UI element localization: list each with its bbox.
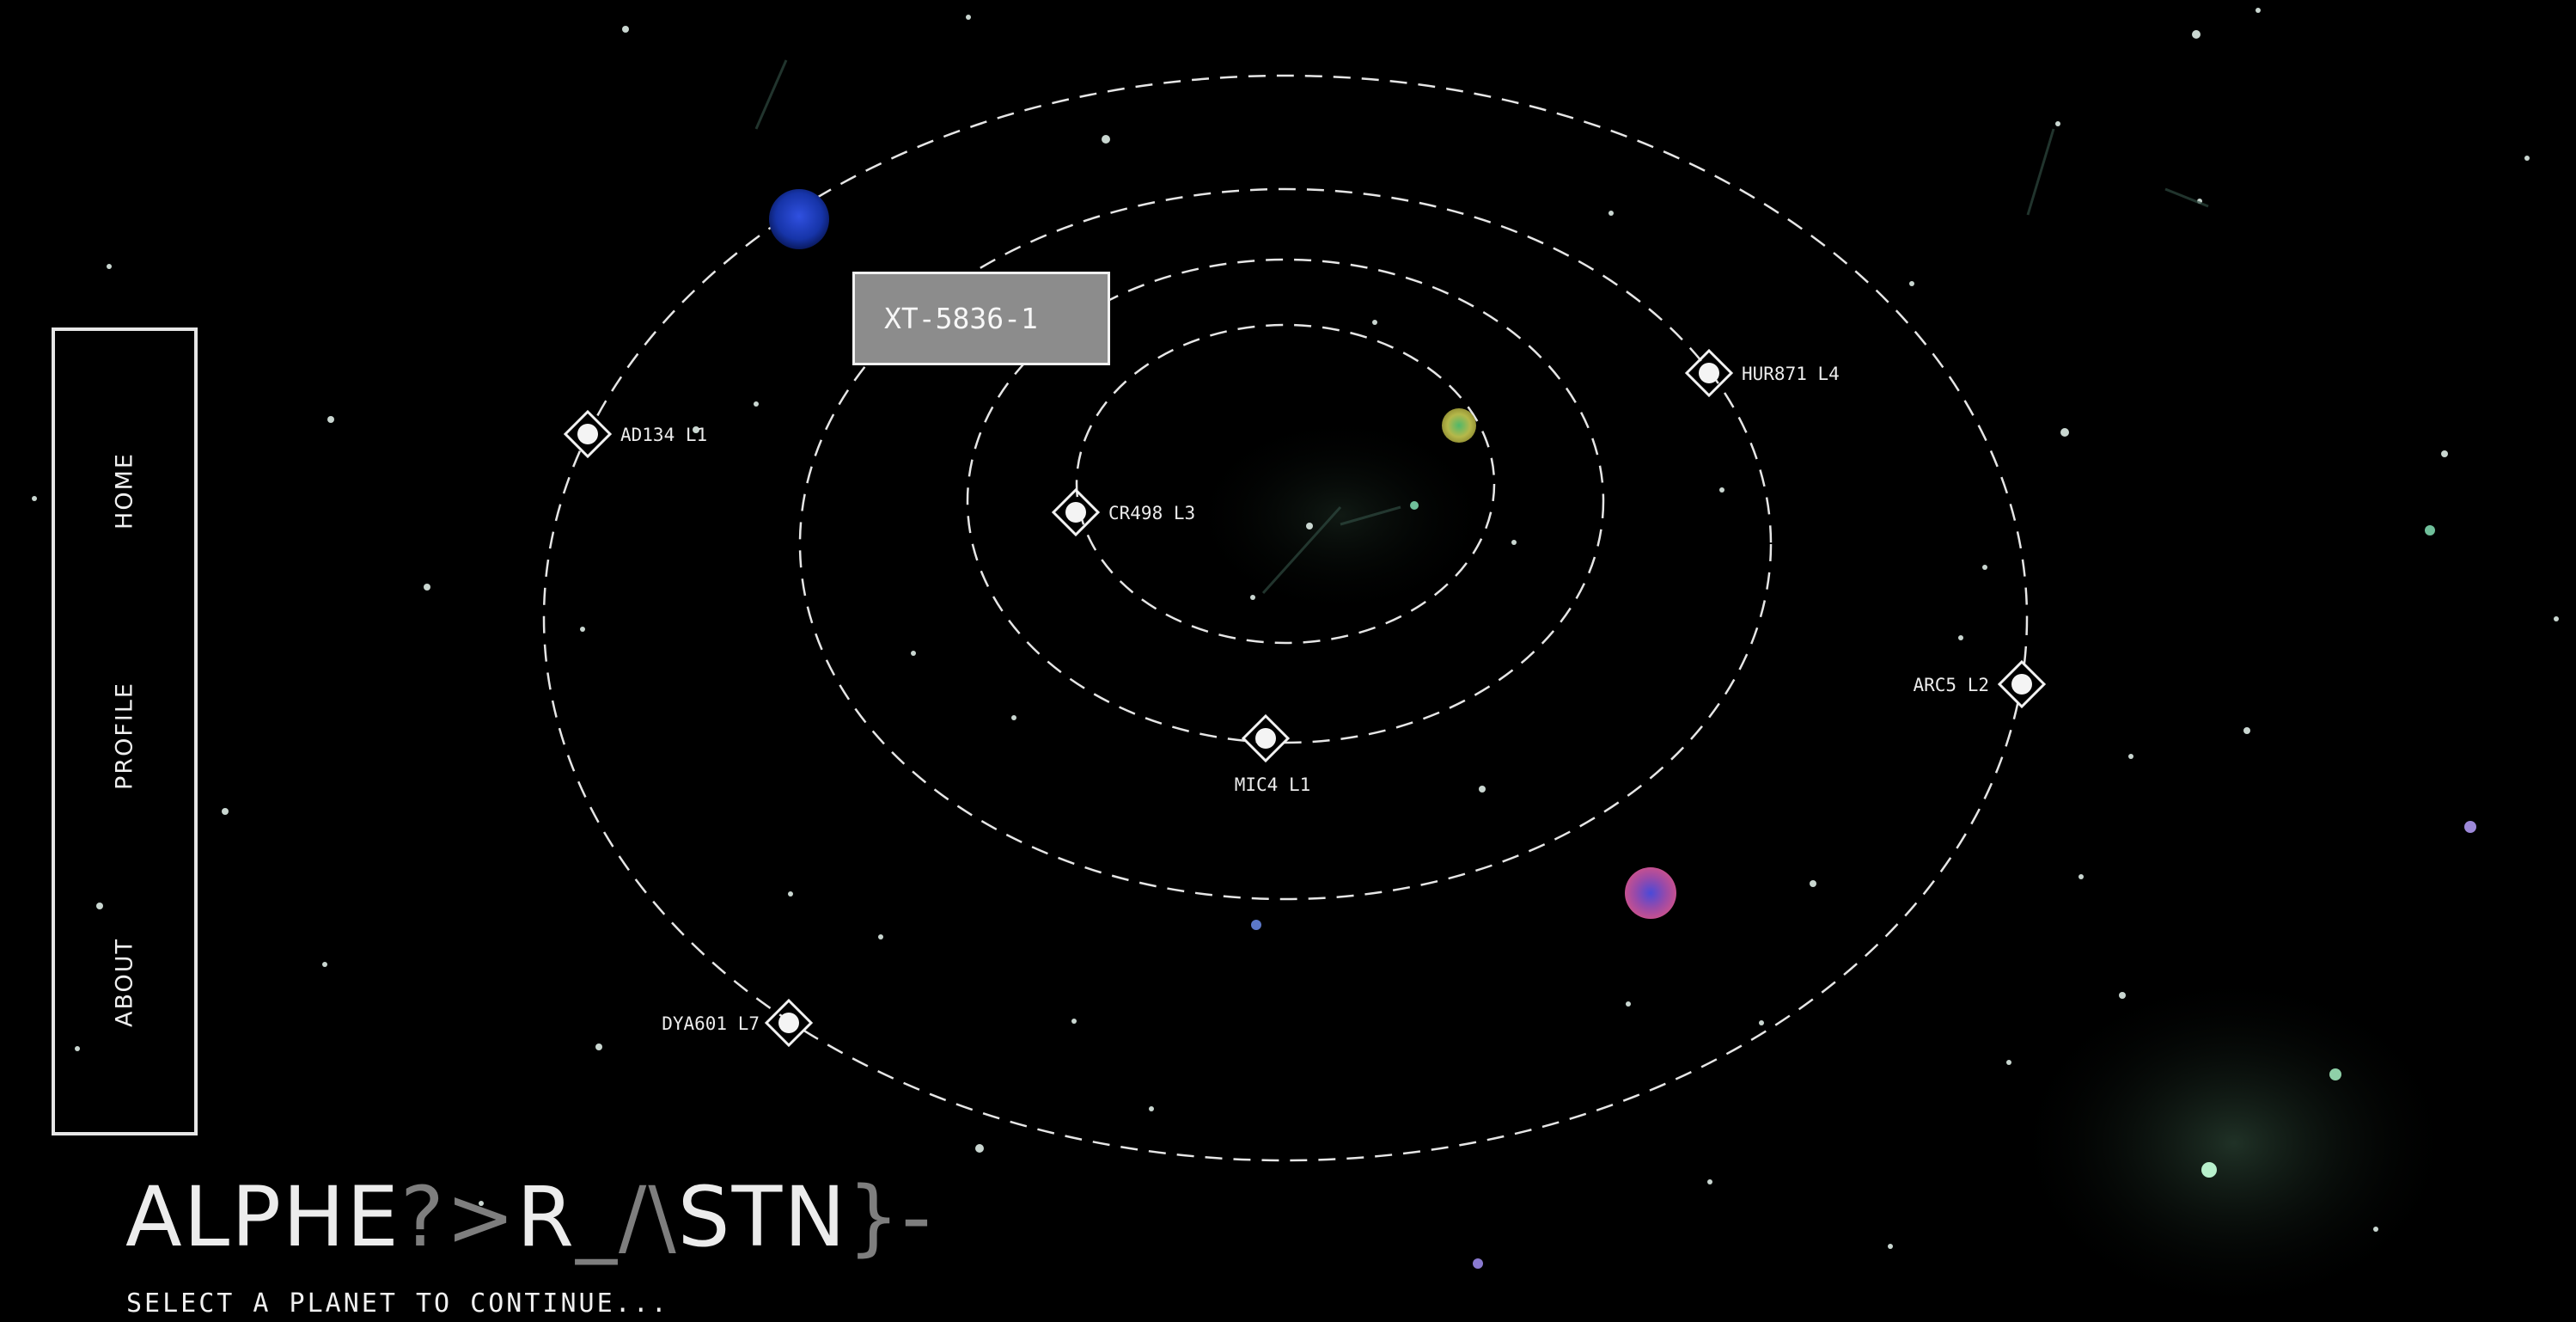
nav-about[interactable]: ABOUT [112,938,138,1027]
brand-part: }- [847,1169,933,1265]
marker-label-mic4: MIC4 L1 [1235,774,1311,795]
nebula-glow [1186,413,1495,619]
nav-profile[interactable]: PROFILE [112,682,138,790]
tooltip-label: XT-5836-1 [884,302,1038,335]
side-nav: HOME PROFILE ABOUT [52,327,198,1135]
blue-planet[interactable] [769,189,829,249]
instruction-text: SELECT A PLANET TO CONTINUE... [126,1288,669,1319]
yellow-planet[interactable] [1442,408,1476,443]
marker-label-dya601: DYA601 L7 [662,1013,760,1034]
brand-part: ?> [400,1169,517,1265]
planet-tooltip: XT-5836-1 [852,272,1110,365]
planet-marker-dya601[interactable]: DYA601 L7 [662,998,814,1048]
brand-logo: ALPHE?>R_/\STN}- [125,1176,933,1258]
planet-marker-cr498[interactable]: CR498 L3 [1051,487,1195,537]
orbit-rings [542,74,2029,1162]
brand-part: STN [677,1169,848,1265]
planet-marker-mic4[interactable]: MIC4 L1 [1235,713,1311,795]
planet-marker-hur871[interactable]: HUR871 L4 [1684,348,1840,398]
brand-part: _/\ [575,1169,678,1265]
brand-part: ALPHE [125,1169,400,1265]
orbit-ring-4 [542,74,2029,1162]
space-map: AD134 L1 CR498 L3 HUR871 L4 ARC5 L2 MIC4… [32,8,2559,1315]
marker-label-arc5: ARC5 L2 [1913,675,1989,695]
pink-planet[interactable] [1625,867,1676,919]
nav-home[interactable]: HOME [112,452,138,529]
planet-marker-arc5[interactable]: ARC5 L2 [1913,659,2047,709]
marker-label-hur871: HUR871 L4 [1742,364,1840,384]
marker-label-ad134: AD134 L1 [620,425,707,445]
nebula-glow [2011,971,2457,1315]
planet-marker-ad134[interactable]: AD134 L1 [563,409,707,459]
brand-part: R [516,1169,576,1265]
marker-label-cr498: CR498 L3 [1108,503,1195,523]
